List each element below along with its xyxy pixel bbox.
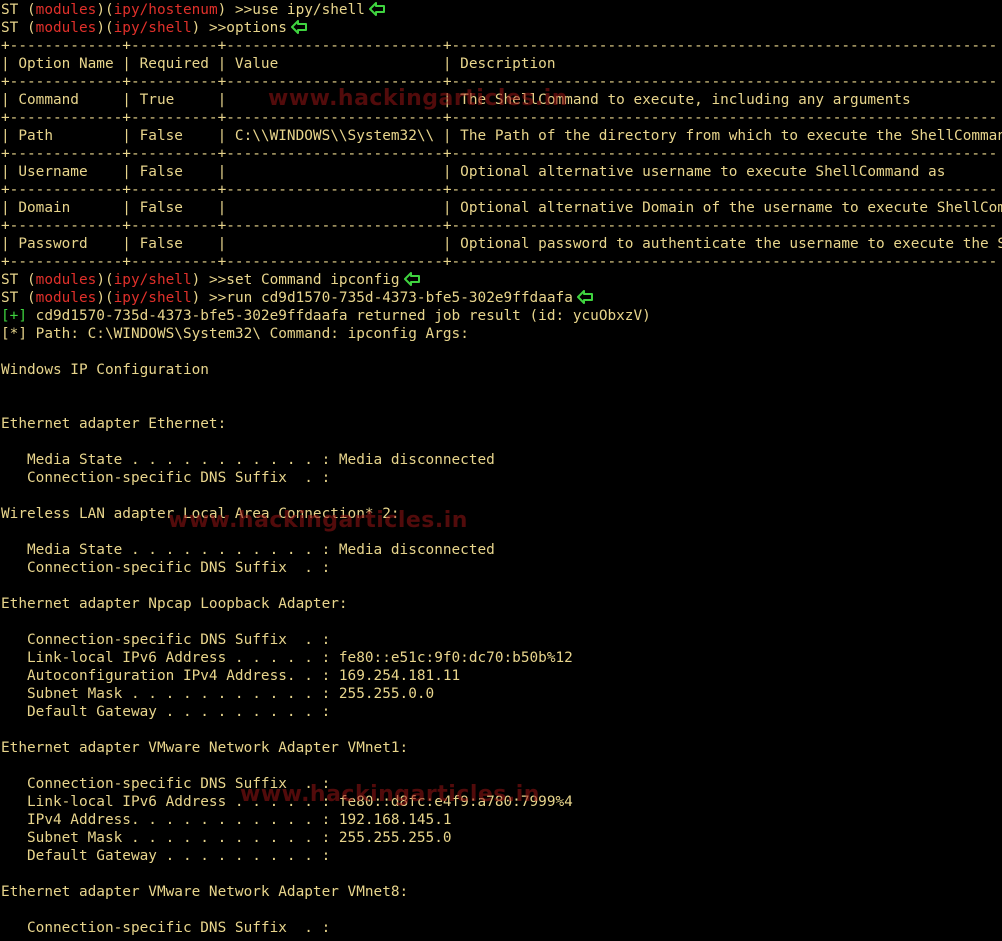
prompt-line: ST (modules)(ipy/hostenum) >>use ipy/she… [1, 1, 1002, 19]
prompt-prefix: ST ( [1, 272, 36, 288]
output-line: Subnet Mask . . . . . . . . . . . : 255.… [1, 686, 435, 702]
prompt-chevron: >> [200, 290, 227, 306]
prompt-module-name: ipy/shell [113, 272, 192, 288]
status-success-line: [+] cd9d1570-735d-4373-bfe5-302e9ffdaafa… [1, 307, 1002, 325]
prompt-line: ST (modules)(ipy/shell) >>options [1, 19, 1002, 37]
prompt-chevron: >> [226, 2, 253, 18]
command-text: use ipy/shell [252, 2, 365, 18]
arrow-left-icon [403, 272, 420, 286]
prompt-close: ) [217, 2, 227, 18]
output-line: Default Gateway . . . . . . . . . : [1, 848, 331, 864]
table-border: +-------------+----------+--------------… [1, 110, 998, 126]
output-line: Ethernet adapter VMware Network Adapter … [1, 740, 409, 756]
prompt-prefix: ST ( [1, 290, 36, 306]
arrow-left-icon [290, 20, 307, 34]
output-line: Connection-specific DNS Suffix . : [1, 560, 331, 576]
prompt-close: ) [191, 290, 201, 306]
output-line: Connection-specific DNS Suffix . : [1, 920, 331, 936]
output-line: Subnet Mask . . . . . . . . . . . : 255.… [1, 830, 452, 846]
output-line: Connection-specific DNS Suffix . : [1, 632, 331, 648]
table-border: +-------------+----------+--------------… [1, 74, 998, 90]
prompt-modules: modules [35, 2, 97, 18]
output-line: Media State . . . . . . . . . . . : Medi… [1, 542, 495, 558]
table-border: +-------------+----------+--------------… [1, 182, 998, 198]
command-text: run cd9d1570-735d-4373-bfe5-302e9ffdaafa [226, 290, 573, 306]
prompt-module-name: ipy/shell [113, 290, 192, 306]
success-text: cd9d1570-735d-4373-bfe5-302e9ffdaafa ret… [27, 308, 651, 324]
prompt-prefix: ST ( [1, 20, 36, 36]
prompt-chevron: >> [200, 20, 227, 36]
info-text: Path: C:\WINDOWS\System32\ Command: ipco… [27, 326, 469, 342]
output-line: Link-local IPv6 Address . . . . . : fe80… [1, 650, 573, 666]
ipconfig-output: Windows IP Configuration Ethernet adapte… [1, 343, 1002, 937]
output-line: Ethernet adapter VMware Network Adapter … [1, 884, 409, 900]
table-row: | Path | False | C:\\WINDOWS\\System32\\… [1, 128, 1002, 144]
command-text: options [226, 20, 287, 36]
table-header-row: | Option Name | Required | Value | Descr… [1, 56, 556, 72]
prompt-line: ST (modules)(ipy/shell) >>run cd9d1570-7… [1, 289, 1002, 307]
status-info-line: [*] Path: C:\WINDOWS\System32\ Command: … [1, 325, 1002, 343]
command-text: set Command ipconfig [226, 272, 400, 288]
arrow-left-icon [368, 2, 385, 16]
prompt-separator: )( [96, 2, 114, 18]
table-border: +-------------+----------+--------------… [1, 254, 998, 270]
prompt-module-name: ipy/hostenum [113, 2, 218, 18]
prompt-chevron: >> [200, 272, 227, 288]
output-line: IPv4 Address. . . . . . . . . . . : 192.… [1, 812, 452, 828]
prompt-separator: )( [96, 20, 114, 36]
output-line: Default Gateway . . . . . . . . . : [1, 704, 331, 720]
prompt-modules: modules [35, 290, 97, 306]
terminal-window[interactable]: ST (modules)(ipy/hostenum) >>use ipy/she… [1, 1, 1002, 937]
info-tag: [*] [1, 326, 27, 342]
table-row: | Username | False | | Optional alternat… [1, 164, 946, 180]
table-border: +-------------+----------+--------------… [1, 218, 998, 234]
prompt-modules: modules [35, 20, 97, 36]
table-row: | Password | False | | Optional password… [1, 236, 1002, 252]
output-line: Link-local IPv6 Address . . . . . : fe80… [1, 794, 573, 810]
prompt-line: ST (modules)(ipy/shell) >>set Command ip… [1, 271, 1002, 289]
table-row: | Domain | False | | Optional alternativ… [1, 200, 1002, 216]
output-line: Ethernet adapter Ethernet: [1, 416, 227, 432]
output-line: Windows IP Configuration [1, 362, 209, 378]
success-tag: [+] [1, 308, 27, 324]
output-line: Ethernet adapter Npcap Loopback Adapter: [1, 596, 348, 612]
prompt-separator: )( [96, 290, 114, 306]
output-line: Connection-specific DNS Suffix . : [1, 776, 331, 792]
output-line: Wireless LAN adapter Local Area Connecti… [1, 506, 400, 522]
prompt-close: ) [191, 272, 201, 288]
prompt-modules: modules [35, 272, 97, 288]
prompt-module-name: ipy/shell [113, 20, 192, 36]
output-line: Autoconfiguration IPv4 Address. . : 169.… [1, 668, 461, 684]
output-line: Connection-specific DNS Suffix . : [1, 470, 331, 486]
prompt-prefix: ST ( [1, 2, 36, 18]
output-line: Media State . . . . . . . . . . . : Medi… [1, 452, 495, 468]
prompt-separator: )( [96, 272, 114, 288]
table-row: | Command | True | | The ShellCommand to… [1, 92, 911, 108]
prompt-close: ) [191, 20, 201, 36]
table-border: +-------------+----------+--------------… [1, 38, 998, 54]
arrow-left-icon [576, 290, 593, 304]
table-border: +-------------+----------+--------------… [1, 146, 998, 162]
options-table: +-------------+----------+--------------… [1, 37, 1002, 271]
